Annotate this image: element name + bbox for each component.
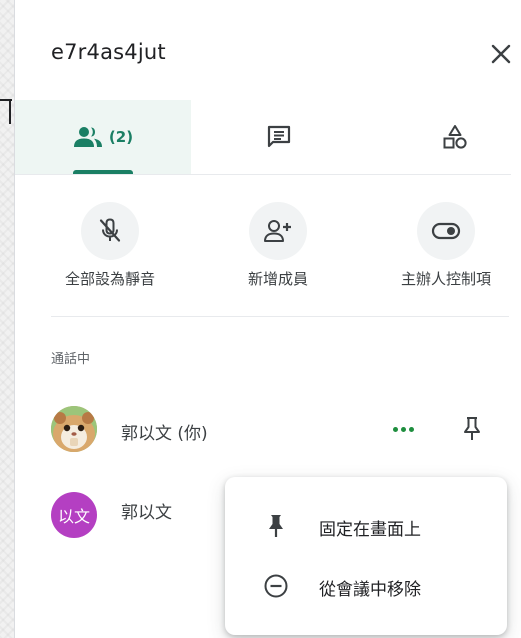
hamster-photo-icon <box>51 406 97 452</box>
shapes-icon <box>443 125 467 149</box>
panel-tabs: (2) <box>15 100 511 175</box>
tab-people[interactable]: (2) <box>15 100 191 174</box>
section-divider <box>51 316 509 317</box>
more-dot <box>408 426 414 432</box>
close-icon <box>491 44 511 64</box>
add-people-label: 新增成員 <box>247 270 308 288</box>
more-dot <box>400 426 406 432</box>
more-dot <box>392 426 398 432</box>
participant-name: 郭以文 (你) <box>121 424 208 444</box>
avatar: 以文 <box>51 492 97 538</box>
people-icon <box>73 127 102 147</box>
pin-outline-icon <box>464 417 480 440</box>
remove-icon-wrap <box>263 573 289 599</box>
participant-name: 郭以文 <box>121 503 172 523</box>
host-controls-label: 主辦人控制項 <box>400 270 491 288</box>
pin-button[interactable] <box>457 414 487 444</box>
host-controls-icon-circle <box>417 202 475 260</box>
mute-all-label: 全部設為靜音 <box>64 270 155 288</box>
person-add-icon <box>264 220 291 242</box>
remove-circle-icon <box>264 574 288 598</box>
remove-from-meeting-label: 從會議中移除 <box>319 580 421 600</box>
pin-icon-wrap <box>263 513 289 539</box>
toggle-icon <box>431 222 461 240</box>
pin-to-screen-label: 固定在畫面上 <box>319 520 421 540</box>
close-button[interactable] <box>487 40 515 68</box>
pin-to-screen-menu-item[interactable]: 固定在畫面上 <box>225 501 507 551</box>
add-people-button[interactable]: 新增成員 <box>208 202 348 289</box>
more-options-button[interactable] <box>389 416 417 442</box>
meeting-code-title: e7r4as4jut <box>51 40 166 64</box>
mute-all-icon-circle <box>81 202 139 260</box>
remove-from-meeting-menu-item[interactable]: 從會議中移除 <box>225 561 507 611</box>
meeting-details-panel: e7r4as4jut (2) 全部設為靜音 新增成員 主辦人控制項 通話中 郭以… <box>14 0 521 638</box>
pin-icon <box>269 515 283 537</box>
tab-activities[interactable] <box>367 100 521 174</box>
in-call-section-label: 通話中 <box>51 352 91 367</box>
avatar <box>51 406 97 452</box>
mic-off-icon <box>99 218 121 242</box>
participant-context-menu: 固定在畫面上 從會議中移除 <box>225 477 507 635</box>
add-people-icon-circle <box>249 202 307 260</box>
tab-chat[interactable] <box>191 100 367 174</box>
chat-icon <box>267 125 291 148</box>
people-count-badge: (2) <box>108 128 134 146</box>
active-tab-indicator <box>73 170 133 174</box>
host-controls-button[interactable]: 主辦人控制項 <box>376 202 516 289</box>
mute-all-button[interactable]: 全部設為靜音 <box>40 202 180 289</box>
participant-row: 郭以文 (你) <box>51 406 511 456</box>
